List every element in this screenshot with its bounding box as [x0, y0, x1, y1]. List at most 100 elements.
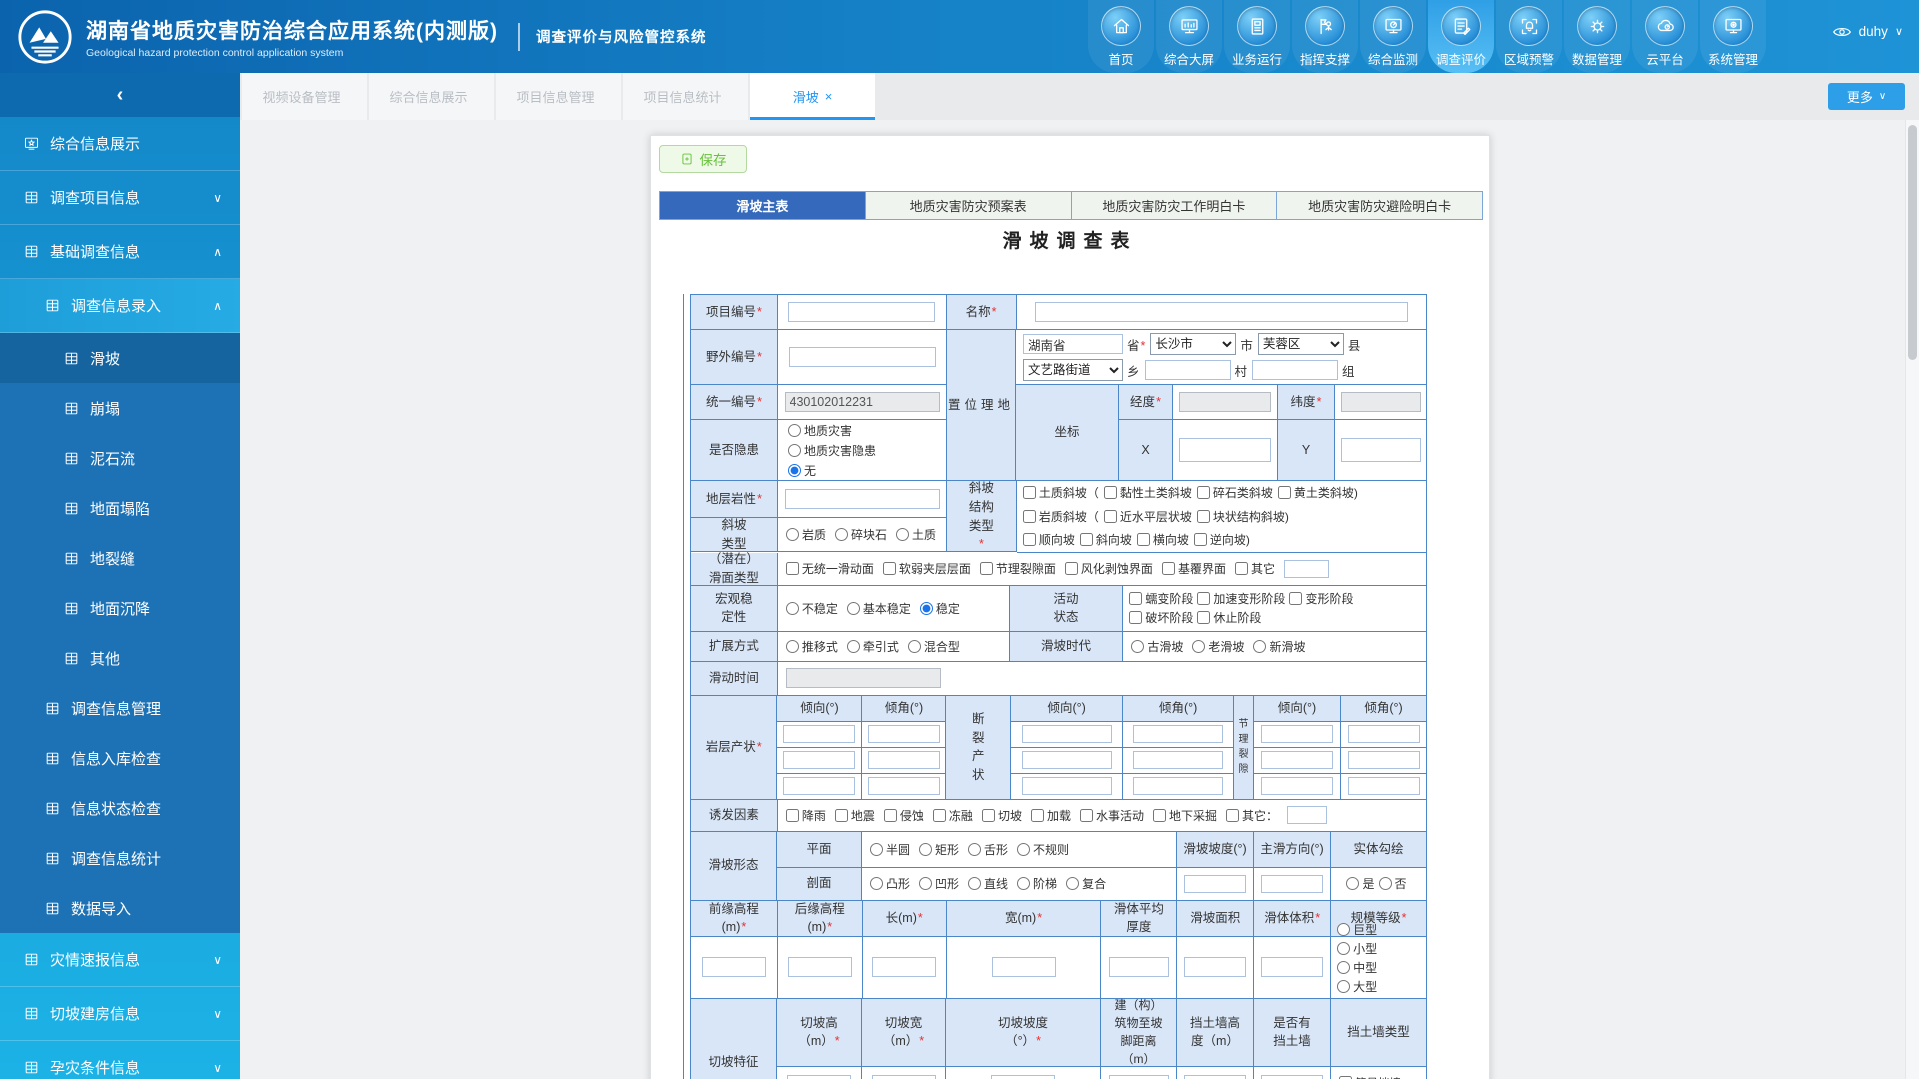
- option-checkbox[interactable]: 休止阶段: [1197, 609, 1261, 626]
- cut-input[interactable]: [787, 1075, 851, 1079]
- option-checkbox[interactable]: 加载: [1031, 807, 1071, 824]
- option-checkbox[interactable]: 无统一滑动面: [786, 560, 874, 577]
- slide-surface-other-input[interactable]: [1284, 560, 1329, 578]
- county-select[interactable]: 芙蓉区: [1258, 333, 1344, 355]
- option-checkbox[interactable]: 蠕变阶段: [1129, 590, 1193, 607]
- option-checkbox[interactable]: 其它: [1235, 560, 1275, 577]
- sidebar-item[interactable]: 调查项目信息 ∨: [0, 171, 240, 225]
- cut-input[interactable]: [872, 1075, 936, 1079]
- option-radio[interactable]: 小型: [1337, 940, 1377, 957]
- sidebar-item[interactable]: 综合信息展示: [0, 117, 240, 171]
- option-radio[interactable]: 土质: [896, 526, 936, 543]
- project-no-input[interactable]: [788, 302, 935, 322]
- sidebar-item[interactable]: 孕灾条件信息 ∨: [0, 1041, 240, 1079]
- dim-input[interactable]: [1184, 957, 1246, 977]
- nav-item[interactable]: 区域预警: [1496, 0, 1562, 73]
- option-radio[interactable]: 巨型: [1337, 921, 1377, 938]
- sidebar-item[interactable]: 其他: [0, 633, 240, 683]
- option-checkbox[interactable]: 变形阶段: [1289, 590, 1353, 607]
- option-checkbox[interactable]: 风化剥蚀界面: [1065, 560, 1153, 577]
- option-radio[interactable]: 混合型: [908, 638, 960, 655]
- sidebar-item[interactable]: 信息状态检查: [0, 783, 240, 833]
- option-radio[interactable]: 不稳定: [786, 600, 838, 617]
- cut-input[interactable]: [1109, 1075, 1169, 1079]
- option-radio[interactable]: 是: [1346, 875, 1374, 892]
- nav-item[interactable]: 云平台: [1632, 0, 1698, 73]
- slope-deg-input[interactable]: [1184, 875, 1246, 893]
- trigger-other-input[interactable]: [1287, 806, 1327, 824]
- option-radio[interactable]: 牵引式: [847, 638, 899, 655]
- nav-item[interactable]: 综合监测: [1360, 0, 1426, 73]
- town-select[interactable]: 文艺路街道: [1023, 359, 1123, 381]
- cut-input[interactable]: [1184, 1075, 1246, 1079]
- option-checkbox[interactable]: 切坡: [982, 807, 1022, 824]
- dip-input[interactable]: [1133, 725, 1223, 743]
- name-input[interactable]: [1035, 302, 1408, 322]
- option-checkbox[interactable]: 降雨: [786, 807, 826, 824]
- sidebar-item[interactable]: 切坡建房信息 ∨: [0, 987, 240, 1041]
- option-radio[interactable]: 复合: [1066, 875, 1106, 892]
- option-checkbox[interactable]: 黄土类斜坡): [1278, 484, 1358, 501]
- option-radio[interactable]: 推移式: [786, 638, 838, 655]
- option-radio[interactable]: 矩形: [919, 841, 959, 858]
- scrollbar[interactable]: [1905, 120, 1919, 1079]
- window-tab[interactable]: 项目信息管理: [496, 73, 621, 120]
- sidebar-item[interactable]: 信息入库检查: [0, 733, 240, 783]
- cut-input[interactable]: [1261, 1075, 1323, 1079]
- nav-item[interactable]: 系统管理: [1700, 0, 1766, 73]
- nav-item[interactable]: 数据管理: [1564, 0, 1630, 73]
- option-radio[interactable]: 地质灾害隐患: [788, 442, 876, 459]
- x-input[interactable]: [1179, 438, 1271, 462]
- nav-item[interactable]: 指挥支撑: [1292, 0, 1358, 73]
- sidebar-item[interactable]: 地裂缝: [0, 533, 240, 583]
- option-radio[interactable]: 大型: [1337, 978, 1377, 995]
- option-checkbox[interactable]: 地震: [835, 807, 875, 824]
- scrollbar-thumb[interactable]: [1908, 125, 1917, 360]
- sidebar-item[interactable]: 数据导入: [0, 883, 240, 933]
- main-dir-input[interactable]: [1261, 875, 1323, 893]
- window-tab[interactable]: 综合信息展示: [369, 73, 494, 120]
- option-radio[interactable]: 老滑坡: [1192, 638, 1244, 655]
- dip-input[interactable]: [1261, 777, 1333, 795]
- dim-input[interactable]: [1261, 957, 1323, 977]
- dip-input[interactable]: [783, 725, 855, 743]
- option-radio[interactable]: 岩质: [786, 526, 826, 543]
- option-checkbox[interactable]: 软弱夹层层面: [883, 560, 971, 577]
- dim-input[interactable]: [1109, 957, 1169, 977]
- tab-close-icon[interactable]: ×: [825, 89, 833, 104]
- option-checkbox[interactable]: 加速变形阶段: [1197, 590, 1285, 607]
- sidebar-item[interactable]: 调查信息管理: [0, 683, 240, 733]
- dip-input[interactable]: [1348, 777, 1420, 795]
- save-button[interactable]: 保存: [659, 145, 747, 173]
- nav-item[interactable]: 综合大屏: [1156, 0, 1222, 73]
- option-checkbox[interactable]: 其它：: [1226, 807, 1278, 824]
- dip-input[interactable]: [783, 777, 855, 795]
- dip-input[interactable]: [783, 751, 855, 769]
- dip-input[interactable]: [868, 777, 940, 795]
- sidebar-item[interactable]: 调查信息录入 ∧: [0, 279, 240, 333]
- sidebar-item[interactable]: 滑坡: [0, 333, 240, 383]
- option-checkbox[interactable]: 节理裂隙面: [980, 560, 1056, 577]
- option-radio[interactable]: 凸形: [870, 875, 910, 892]
- option-radio[interactable]: 地质灾害: [788, 422, 852, 439]
- city-select[interactable]: 长沙市: [1150, 333, 1236, 355]
- dip-input[interactable]: [868, 751, 940, 769]
- option-radio[interactable]: 碎块石: [835, 526, 887, 543]
- option-checkbox[interactable]: 地下采掘: [1153, 807, 1217, 824]
- sidebar-item[interactable]: 调查信息统计: [0, 833, 240, 883]
- sidebar-item[interactable]: 地面沉降: [0, 583, 240, 633]
- option-radio[interactable]: 否: [1379, 875, 1407, 892]
- option-radio[interactable]: 半圆: [870, 841, 910, 858]
- option-checkbox[interactable]: 侵蚀: [884, 807, 924, 824]
- group-input[interactable]: [1252, 360, 1338, 380]
- option-checkbox[interactable]: 横向坡: [1137, 531, 1189, 548]
- user-menu[interactable]: duhy ∨: [1832, 24, 1903, 39]
- window-tab[interactable]: 项目信息统计: [623, 73, 748, 120]
- dip-input[interactable]: [1348, 725, 1420, 743]
- dip-input[interactable]: [1133, 777, 1223, 795]
- option-radio[interactable]: 基本稳定: [847, 600, 911, 617]
- sidebar-item[interactable]: 灾情速报信息 ∨: [0, 933, 240, 987]
- option-checkbox[interactable]: 水事活动: [1080, 807, 1144, 824]
- sidebar-item[interactable]: 地面塌陷: [0, 483, 240, 533]
- option-radio[interactable]: 凹形: [919, 875, 959, 892]
